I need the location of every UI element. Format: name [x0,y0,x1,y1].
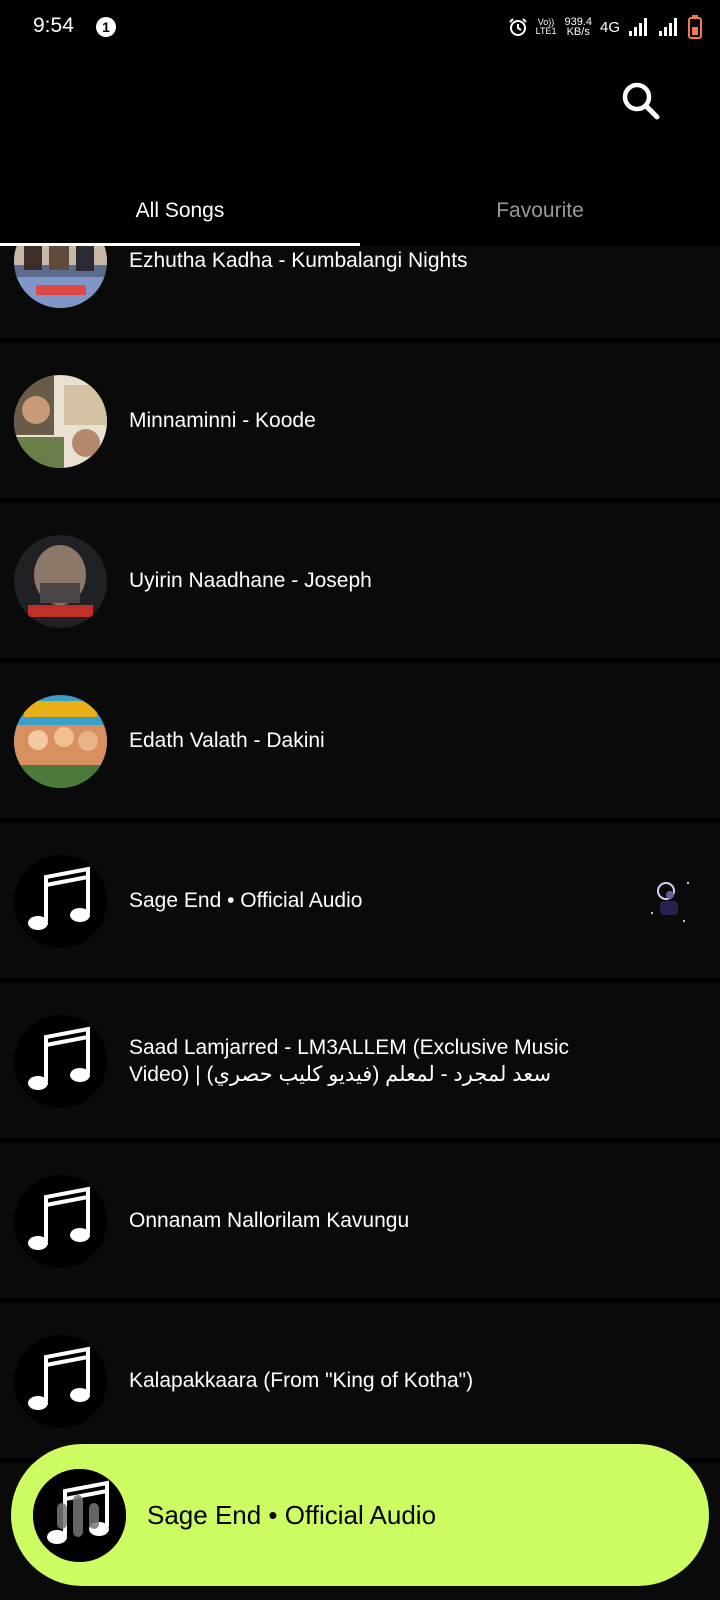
album-art-thumbnail [14,375,107,468]
now-playing-bar[interactable]: Sage End • Official Audio [11,1444,709,1586]
notification-badge: 1 [96,17,116,37]
alarm-icon [508,18,527,36]
network-type: 4G [599,18,620,36]
song-title: Uyirin Naadhane - Joseph [129,569,372,592]
song-list[interactable]: Ezhutha Kadha - Kumbalangi Nights Minnam… [0,246,720,1600]
song-row[interactable]: Sage End • Official Audio [0,823,720,978]
status-bar: 9:54 1 Vo)) LTE1 939.4 KB/s 4G [0,0,720,54]
tab-bar: All Songs Favourite [0,170,720,246]
song-row[interactable]: Saad Lamjarred - LM3ALLEM (Exclusive Mus… [0,983,720,1138]
song-title: Sage End • Official Audio [129,889,363,912]
battery-icon [688,15,702,39]
music-note-icon [14,1175,107,1268]
signal-icon-2 [659,18,677,36]
song-title: Kalapakkaara (From "King of Kotha") [129,1369,474,1392]
status-time: 9:54 [33,14,74,37]
music-note-icon [14,1335,107,1428]
now-playing-music-icon [33,1469,126,1562]
song-title: Minnaminni - Koode [129,409,316,432]
search-icon[interactable] [620,80,662,122]
volte-indicator: Vo)) LTE1 [535,17,557,36]
song-row[interactable]: Uyirin Naadhane - Joseph [0,503,720,658]
song-row[interactable]: Kalapakkaara (From "King of Kotha") [0,1303,720,1458]
song-title: Ezhutha Kadha - Kumbalangi Nights [129,249,468,272]
song-row[interactable]: Minnaminni - Koode [0,343,720,498]
astronaut-icon [651,882,689,922]
album-art-thumbnail [14,246,107,308]
song-title: Edath Valath - Dakini [129,729,325,752]
album-art-thumbnail [14,535,107,628]
song-title: Saad Lamjarred - LM3ALLEM (Exclusive Mus… [129,1035,569,1086]
song-row[interactable]: Ezhutha Kadha - Kumbalangi Nights [0,246,720,338]
network-speed: 939.4 KB/s [564,16,592,38]
music-note-icon [14,855,107,948]
album-art-thumbnail [14,695,107,788]
status-icons: Vo)) LTE1 939.4 KB/s 4G [508,14,702,40]
music-note-icon [14,1015,107,1108]
tab-all-songs[interactable]: All Songs [0,170,360,246]
tab-favourite[interactable]: Favourite [360,170,720,246]
song-row[interactable]: Onnanam Nallorilam Kavungu [0,1143,720,1298]
now-playing-title: Sage End • Official Audio [147,1499,437,1530]
signal-icon [629,18,647,36]
song-row[interactable]: Edath Valath - Dakini [0,663,720,818]
song-title: Onnanam Nallorilam Kavungu [129,1209,410,1232]
